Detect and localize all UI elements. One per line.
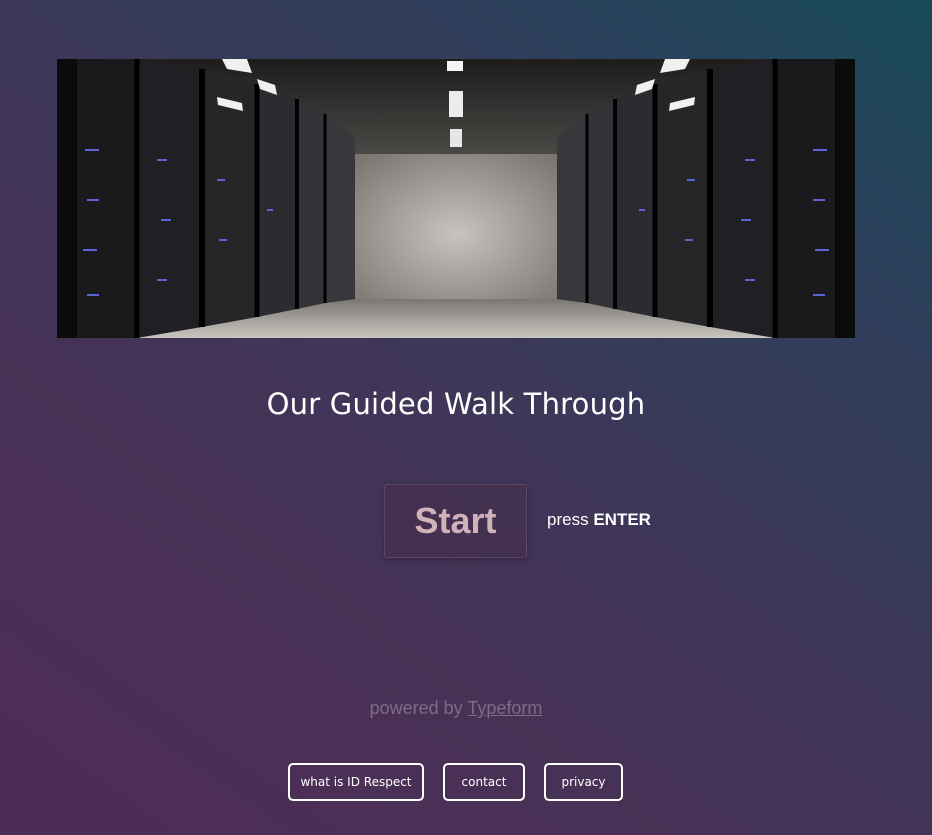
hero-image: [57, 59, 855, 338]
hint-key: ENTER: [593, 510, 651, 529]
hint-prefix: press: [547, 510, 589, 529]
page-title: Our Guided Walk Through: [266, 387, 646, 421]
keyboard-hint: press ENTER: [547, 510, 651, 530]
privacy-button[interactable]: privacy: [544, 763, 623, 801]
powered-by: powered by Typeform: [0, 698, 912, 719]
what-is-id-respect-button[interactable]: what is ID Respect: [288, 763, 424, 801]
typeform-link[interactable]: Typeform: [467, 698, 542, 718]
contact-button[interactable]: contact: [443, 763, 525, 801]
start-button[interactable]: Start: [384, 484, 527, 558]
powered-prefix: powered by: [369, 698, 463, 718]
